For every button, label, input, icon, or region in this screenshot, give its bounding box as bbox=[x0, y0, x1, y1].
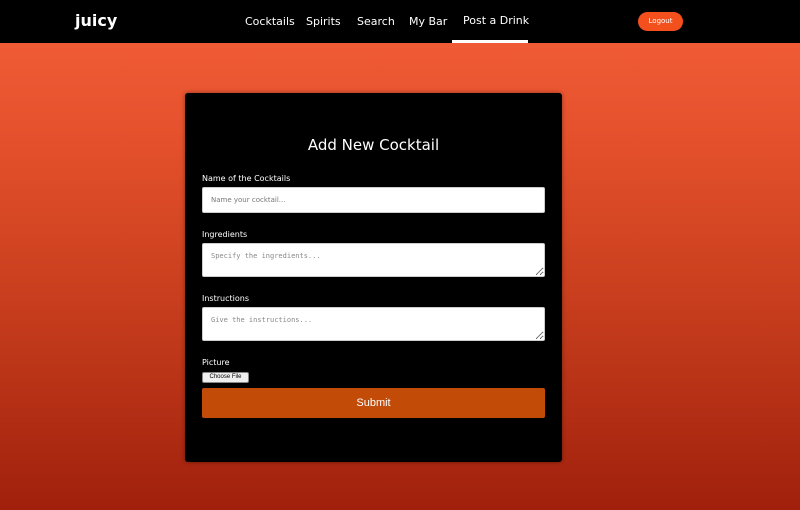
cocktail-name-input[interactable] bbox=[202, 187, 545, 213]
nav-link-search[interactable]: Search bbox=[357, 15, 395, 28]
submit-button[interactable]: Submit bbox=[202, 388, 545, 418]
form-title: Add New Cocktail bbox=[307, 136, 440, 154]
ingredients-label: Ingredients bbox=[202, 230, 248, 239]
nav-link-spirits[interactable]: Spirits bbox=[306, 15, 341, 28]
choose-file-button[interactable]: Choose File bbox=[202, 372, 249, 383]
ingredients-textarea[interactable] bbox=[202, 243, 545, 277]
nav-link-my-bar[interactable]: My Bar bbox=[409, 15, 447, 28]
add-cocktail-form-card: Add New Cocktail Name of the Cocktails I… bbox=[185, 93, 562, 462]
top-navbar: juicy Cocktails Spirits Search My Bar Po… bbox=[0, 0, 800, 43]
brand-logo[interactable]: juicy bbox=[75, 11, 117, 30]
nav-link-post-a-drink[interactable]: Post a Drink bbox=[463, 14, 529, 27]
picture-label: Picture bbox=[202, 358, 230, 367]
nav-link-cocktails[interactable]: Cocktails bbox=[245, 15, 295, 28]
name-label: Name of the Cocktails bbox=[202, 174, 291, 183]
instructions-textarea[interactable] bbox=[202, 307, 545, 341]
instructions-label: Instructions bbox=[202, 294, 249, 303]
logout-button[interactable]: Logout bbox=[638, 12, 683, 31]
active-tab-indicator bbox=[452, 40, 528, 43]
